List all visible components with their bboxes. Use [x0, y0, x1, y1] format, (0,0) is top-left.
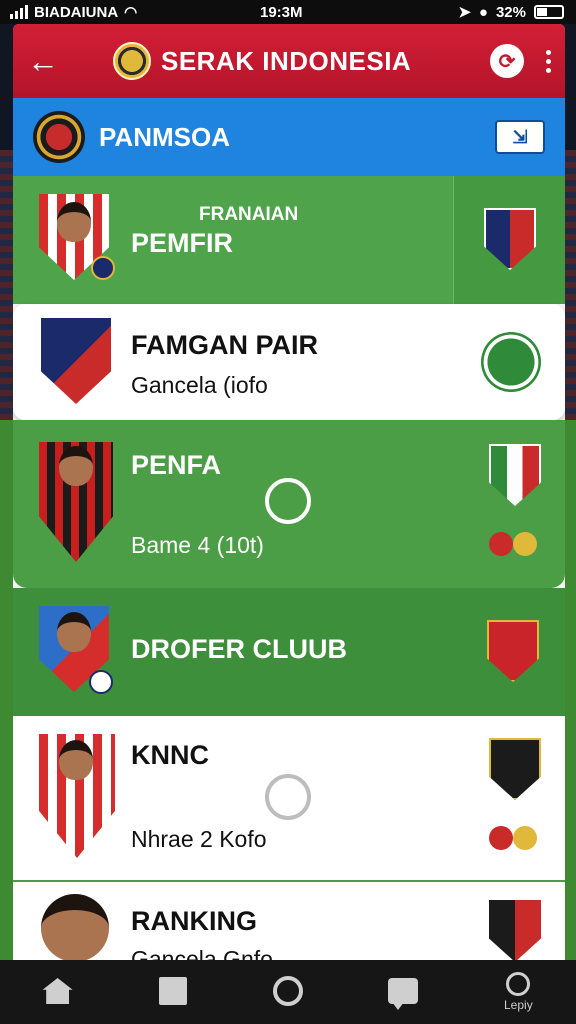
club-crest	[41, 318, 111, 404]
club-badge-area	[453, 176, 565, 304]
list-item[interactable]: PENFA Bame 4 (10t)	[13, 420, 565, 588]
loading-spinner	[265, 478, 311, 524]
clock: 19:3M	[260, 3, 303, 21]
league-logo	[113, 42, 151, 80]
nav-circle[interactable]	[258, 962, 318, 1022]
status-right: ➤ ● 32%	[458, 3, 564, 21]
team-title: PANMSOA	[99, 121, 230, 152]
carrier: BIADAIUNA ◠	[10, 3, 137, 21]
status-bar: BIADAIUNA ◠ 19:3M ➤ ● 32%	[0, 0, 576, 24]
nav-label: Lepiy	[504, 998, 533, 1012]
nav-home[interactable]	[28, 962, 88, 1022]
loading-spinner	[265, 774, 311, 820]
wifi-icon: ◠	[124, 4, 138, 21]
club-shield-icon	[487, 620, 539, 682]
battery-icon	[534, 5, 564, 19]
rank-icon[interactable]: ⇲	[495, 120, 545, 154]
player-face	[59, 446, 93, 486]
player-info: Gancela Gnfo	[131, 946, 273, 960]
stat-icon	[489, 826, 513, 850]
nav-profile[interactable]: Lepiy	[488, 962, 548, 1022]
location-icon: ➤	[458, 4, 471, 21]
player-info: Bame 4 (10t)	[131, 532, 264, 558]
square-icon	[158, 977, 187, 1005]
bottom-nav: Lepiy	[0, 960, 576, 1024]
signal-icon	[10, 5, 28, 19]
club-mini-badge	[89, 670, 113, 694]
player-face	[57, 202, 91, 242]
player-supertitle: FRANAIAN	[199, 204, 299, 225]
player-info: Gancela (iofo	[131, 372, 268, 398]
app-title: SERAK INDONESIA	[161, 45, 412, 76]
nav-square[interactable]	[143, 962, 203, 1022]
list-item[interactable]: FAMGAN PAIR Gancela (iofo	[13, 304, 565, 420]
player-name: RANKING	[131, 906, 257, 936]
circle-icon	[272, 976, 303, 1006]
player-face	[57, 612, 91, 652]
list-item[interactable]: RANKING Gancela Gnfo	[13, 882, 565, 960]
club-shield-icon	[489, 900, 541, 960]
stat-icon	[489, 532, 513, 556]
player-avatar	[39, 734, 115, 858]
club-shield-icon	[484, 208, 536, 270]
club-shield-icon	[489, 444, 541, 506]
list-item[interactable]: KNNC Nhrae 2 Kofo	[13, 716, 565, 882]
player-avatar	[41, 894, 109, 960]
stat-icon	[513, 532, 537, 556]
club-round-badge	[481, 332, 541, 392]
carrier-name: BIADAIUNA	[34, 3, 119, 21]
player-name: DROFER CLUUB	[131, 634, 347, 664]
share-icon[interactable]: ⟳	[490, 44, 524, 78]
list-item[interactable]: FRANAIAN PEMFIR	[13, 176, 565, 304]
player-avatar	[39, 442, 113, 562]
app-bar: ← SERAK INDONESIA ⟳	[13, 24, 565, 98]
club-shield-icon	[489, 738, 541, 800]
list-item[interactable]: DROFER CLUUB	[13, 588, 565, 716]
nav-chat[interactable]	[373, 962, 433, 1022]
home-icon	[42, 978, 73, 1004]
more-vert-icon[interactable]	[546, 49, 551, 73]
player-face	[59, 740, 93, 780]
alarm-icon: ●	[478, 3, 488, 21]
player-name: PENFA	[131, 450, 222, 480]
chat-icon	[388, 978, 419, 1010]
battery-percent: 32%	[495, 3, 526, 21]
club-mini-badge	[91, 256, 115, 280]
app-window: ← SERAK INDONESIA ⟳ PANMSOA ⇲ FRANAIAN P…	[13, 24, 565, 960]
team-header: PANMSOA ⇲	[13, 98, 565, 176]
stat-icon	[513, 826, 537, 850]
player-name: KNNC	[131, 740, 209, 770]
player-info: Nhrae 2 Kofo	[131, 826, 267, 852]
player-name: FAMGAN PAIR	[131, 330, 318, 360]
player-name: PEMFIR	[131, 228, 234, 258]
profile-icon	[506, 972, 531, 996]
back-arrow-icon[interactable]: ←	[27, 43, 73, 80]
team-logo	[33, 111, 85, 163]
